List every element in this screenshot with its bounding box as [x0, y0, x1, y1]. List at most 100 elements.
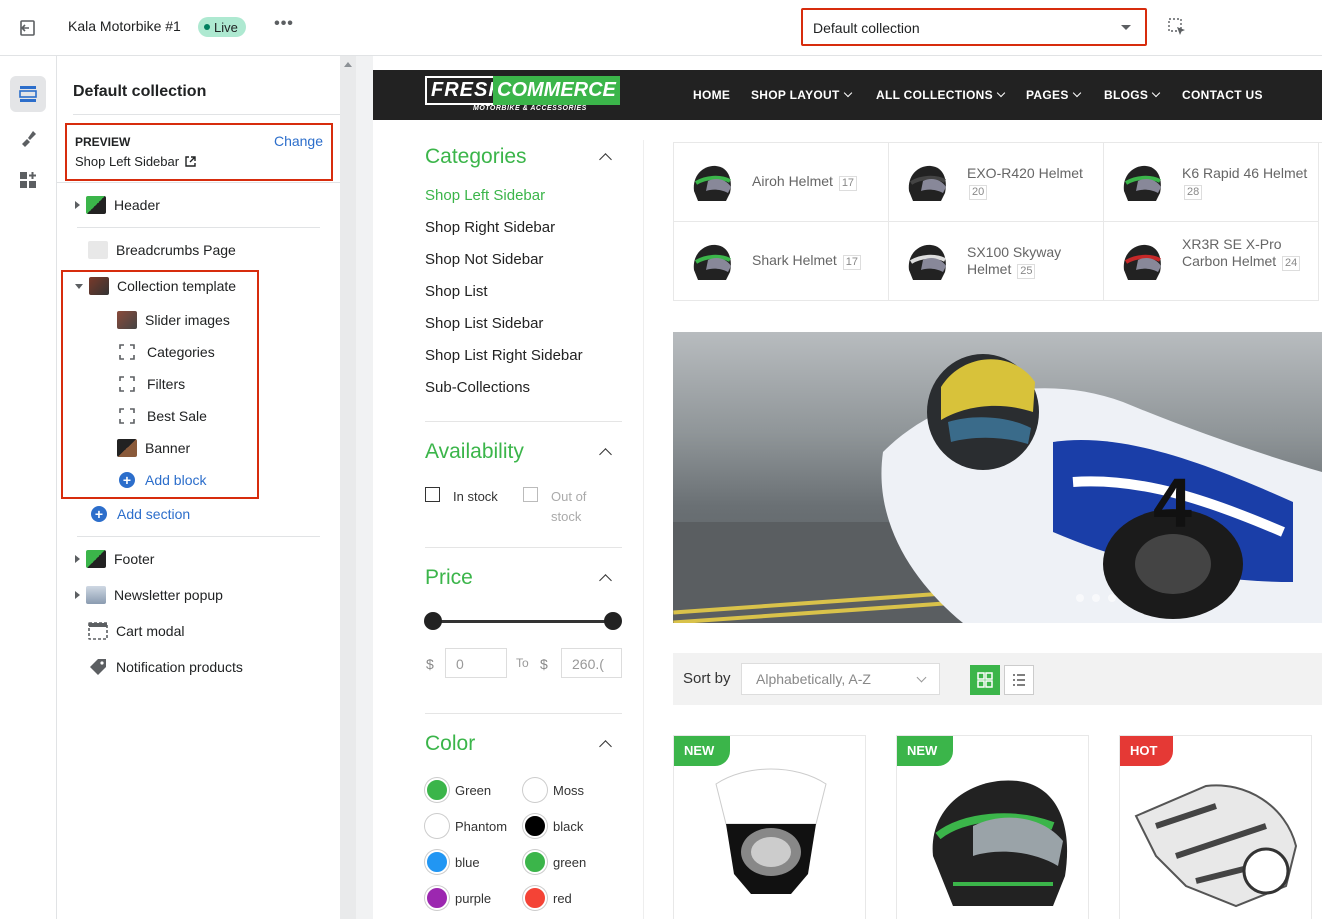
price-range-max-handle[interactable] — [604, 612, 622, 630]
block-categories[interactable]: Categories — [119, 338, 215, 366]
caret-right-icon[interactable] — [75, 591, 80, 599]
chevron-up-icon[interactable] — [599, 740, 612, 753]
sections-icon[interactable] — [10, 76, 46, 112]
section-collection-template[interactable]: Collection template — [75, 272, 236, 300]
block-label: Filters — [147, 376, 186, 392]
scrollbar-track[interactable] — [340, 56, 356, 919]
section-newsletter[interactable]: Newsletter popup — [75, 581, 223, 609]
price-range-track[interactable] — [433, 620, 613, 623]
chevron-up-icon[interactable] — [599, 574, 612, 587]
collection-thumb-icon — [89, 277, 109, 295]
category-link[interactable]: Shop Not Sidebar — [425, 251, 543, 268]
in-stock-checkbox[interactable] — [425, 487, 440, 502]
nav-pages[interactable]: PAGES — [1026, 88, 1081, 102]
sort-select[interactable]: Alphabetically, A-Z — [741, 663, 940, 695]
chevron-up-icon[interactable] — [599, 448, 612, 461]
section-cart-modal[interactable]: Cart modal — [88, 617, 184, 645]
caret-down-icon[interactable] — [75, 283, 83, 289]
helmet-icon — [693, 244, 731, 280]
apps-icon[interactable] — [10, 162, 46, 198]
block-frame-icon — [119, 408, 135, 424]
live-dot-icon — [204, 24, 210, 30]
exit-icon[interactable] — [14, 14, 42, 42]
product-image — [932, 780, 1068, 906]
slider-dot[interactable] — [1108, 594, 1116, 602]
block-banner[interactable]: Banner — [117, 434, 190, 462]
category-tile[interactable]: SX100 Skyway Helmet 25 — [889, 222, 1104, 301]
theme-settings-icon[interactable] — [10, 120, 46, 156]
store-logo[interactable]: FRESH COMMERCE MOTORBIKE & ACCESSORIES — [425, 76, 620, 114]
nav-blogs[interactable]: BLOGS — [1104, 88, 1161, 102]
color-swatch[interactable] — [523, 850, 547, 874]
grid-view-button[interactable] — [970, 665, 1000, 695]
divider — [425, 421, 622, 422]
inspector-icon[interactable] — [1166, 16, 1190, 40]
helmet-icon — [908, 244, 946, 280]
category-tile[interactable]: K6 Rapid 46 Helmet 28 — [1104, 143, 1319, 222]
category-link[interactable]: Shop List Sidebar — [425, 315, 543, 332]
product-image — [1134, 784, 1298, 908]
color-swatch-label: black — [553, 819, 584, 834]
color-swatch[interactable] — [523, 814, 547, 838]
category-link[interactable]: Shop List — [425, 283, 488, 300]
price-range-min-handle[interactable] — [424, 612, 442, 630]
color-swatch[interactable] — [523, 778, 547, 802]
caret-right-icon[interactable] — [75, 201, 80, 209]
add-section-button[interactable]: + Add section — [91, 500, 190, 528]
category-link[interactable]: Shop List Right Sidebar — [425, 347, 583, 364]
slider-dot[interactable] — [1076, 594, 1084, 602]
category-link[interactable]: Shop Left Sidebar — [425, 187, 545, 204]
category-tile-count: 28 — [1184, 185, 1203, 200]
color-swatch[interactable] — [523, 886, 547, 910]
color-swatch[interactable] — [425, 778, 449, 802]
category-tile-name: XR3R SE X-Pro Carbon Helmet 24 — [1182, 236, 1312, 271]
slider-dot[interactable] — [1092, 594, 1100, 602]
color-swatch[interactable] — [425, 886, 449, 910]
nav-all-collections[interactable]: ALL COLLECTIONS — [876, 88, 1006, 102]
preview-change-link[interactable]: Change — [274, 133, 323, 149]
category-link[interactable]: Shop Right Sidebar — [425, 219, 555, 236]
section-notification[interactable]: Notification products — [88, 653, 243, 681]
block-filters[interactable]: Filters — [119, 370, 185, 398]
category-tile[interactable]: Shark Helmet 17 — [674, 222, 889, 301]
category-tile[interactable]: EXO-R420 Helmet 20 — [889, 143, 1104, 222]
nav-home[interactable]: HOME — [693, 88, 730, 102]
section-footer[interactable]: Footer — [75, 545, 154, 573]
nav-contact[interactable]: CONTACT US — [1182, 88, 1263, 102]
category-tile[interactable]: Airoh Helmet 17 — [674, 143, 889, 222]
block-best-sale[interactable]: Best Sale — [119, 402, 207, 430]
chevron-up-icon[interactable] — [599, 153, 612, 166]
product-card[interactable]: NEW — [896, 735, 1089, 919]
out-of-stock-checkbox[interactable] — [523, 487, 538, 502]
section-label: Collection template — [117, 278, 237, 294]
list-view-button[interactable] — [1004, 665, 1034, 695]
product-card[interactable]: HOT — [1119, 735, 1312, 919]
section-label: Newsletter popup — [114, 587, 223, 603]
price-to-input[interactable]: 260.( — [561, 648, 622, 678]
scroll-up-icon[interactable] — [344, 62, 352, 67]
availability-title: Availability — [425, 440, 524, 463]
add-block-button[interactable]: + Add block — [119, 466, 206, 494]
block-slider-images[interactable]: Slider images — [117, 306, 230, 334]
category-link[interactable]: Sub-Collections — [425, 379, 530, 396]
category-tile[interactable]: XR3R SE X-Pro Carbon Helmet 24 — [1104, 222, 1319, 301]
template-select[interactable]: Default collection — [801, 8, 1147, 46]
hero-slider[interactable]: 4 — [673, 332, 1322, 623]
color-swatch[interactable] — [425, 814, 449, 838]
hero-motorbike-image: 4 — [881, 354, 1322, 623]
color-swatch[interactable] — [425, 850, 449, 874]
more-actions-button[interactable]: ••• — [272, 15, 296, 39]
currency-symbol: $ — [426, 656, 434, 672]
helmet-icon — [693, 165, 731, 201]
divider — [425, 713, 622, 714]
category-tile-count: 20 — [969, 185, 988, 200]
price-from-input[interactable]: 0 — [445, 648, 507, 678]
caret-right-icon[interactable] — [75, 555, 80, 563]
plus-circle-icon: + — [119, 472, 135, 488]
product-card[interactable]: NEW — [673, 735, 866, 919]
section-header[interactable]: Header — [75, 191, 160, 219]
preview-value[interactable]: Shop Left Sidebar — [75, 154, 196, 169]
out-of-stock-label: Out of — [551, 489, 587, 504]
section-breadcrumbs[interactable]: Breadcrumbs Page — [88, 236, 236, 264]
nav-shop-layout[interactable]: SHOP LAYOUT — [751, 88, 852, 102]
